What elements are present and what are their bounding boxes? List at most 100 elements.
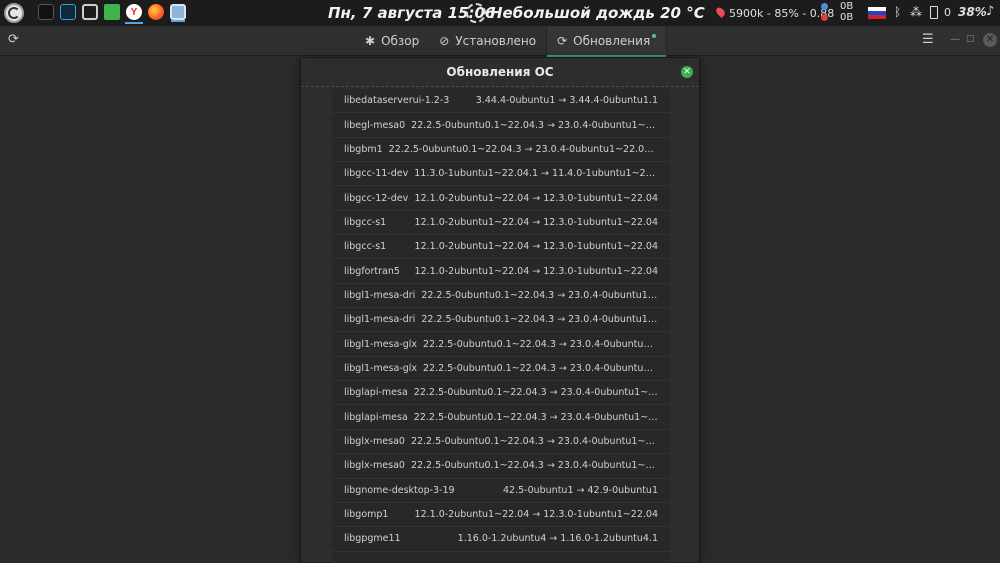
network-icon[interactable]: ⁂ (910, 5, 922, 19)
terminal-icon[interactable] (38, 4, 54, 20)
package-name: libgl1-mesa-dri (344, 314, 416, 326)
network-speed[interactable]: 0B 0B (840, 1, 853, 23)
update-row[interactable]: libgnome-desktop-3-19 42.5-0ubuntu1 → 42.… (332, 479, 670, 503)
battery-percent[interactable]: 38% (958, 5, 987, 19)
yandex-browser-icon[interactable]: Y (125, 4, 143, 24)
package-name: libgcc-s1 (344, 241, 387, 253)
package-name: libgcc-11-dev (344, 168, 409, 180)
system-monitor-icon[interactable] (60, 4, 76, 20)
package-name: libglapi-mesa (344, 387, 408, 399)
update-row[interactable]: libglx-mesa0 22.2.5-0ubuntu0.1~22.04.3 → … (332, 454, 670, 479)
version-change: 11.3.0-1ubuntu1~22.04.1 → 11.4.0-1ubuntu… (414, 168, 658, 180)
package-name: libgcc-s1 (344, 216, 387, 228)
dialog-title: Обновления ОС (446, 65, 554, 79)
package-name: libgbm1 (344, 143, 383, 155)
package-name: libgcc-12-dev (344, 192, 409, 204)
menu-icon[interactable]: ☰ (922, 32, 934, 47)
firefox-icon[interactable] (148, 4, 164, 20)
maximize-icon[interactable]: □ (966, 34, 975, 44)
version-change: 22.2.5-0ubuntu0.1~22.04.3 → 23.0.4-0ubun… (410, 460, 658, 472)
package-name: libgomp1 (344, 509, 389, 521)
package-name: libglx-mesa0 (344, 460, 405, 472)
top-panel: Y Пн, 7 августа 15:06 Небольшой дождь 20… (0, 0, 1000, 26)
update-row[interactable]: libgl1-mesa-glx 22.2.5-0ubuntu0.1~22.04.3… (332, 357, 670, 382)
system-monitor-pin-icon (714, 5, 727, 19)
files-icon[interactable] (104, 4, 120, 20)
window-close-button[interactable]: ✕ (983, 33, 997, 47)
update-row[interactable]: libgbm1 22.2.5-0ubuntu0.1~22.04.3 → 23.0.… (332, 138, 670, 163)
version-change: 12.1.0-2ubuntu1~22.04 → 12.3.0-1ubuntu1~… (414, 192, 658, 204)
version-change: 22.2.5-0ubuntu0.1~22.04.3 → 23.0.4-0ubun… (421, 314, 658, 326)
update-row[interactable]: libgl1-mesa-dri 22.2.5-0ubuntu0.1~22.04.3… (332, 308, 670, 333)
version-change: 12.1.0-2ubuntu1~22.04 → 12.3.0-1ubuntu1~… (414, 241, 658, 253)
installed-icon: ⊘ (439, 34, 450, 48)
download-icon (821, 14, 828, 21)
update-row[interactable]: libgfortran5 12.1.0-2ubuntu1~22.04 → 12.3… (332, 259, 670, 284)
update-row[interactable]: libgcc-12-dev 12.1.0-2ubuntu1~22.04 → 12.… (332, 186, 670, 211)
update-row[interactable]: libedataserverui-1.2-3 3.44.4-0ubuntu1 → … (332, 89, 670, 114)
package-name: libgl1-mesa-dri (344, 289, 416, 301)
update-row[interactable]: libgl1-mesa-glx 22.2.5-0ubuntu0.1~22.04.3… (332, 332, 670, 357)
update-row[interactable]: libgpgme11 1.16.0-1.2ubuntu4 → 1.16.0-1.2… (332, 527, 670, 552)
system-stats[interactable]: 5900k - 85% - 0.88 (729, 7, 834, 20)
version-change: 22.2.5-0ubuntu0.1~22.04.3 → 23.0.4-0ubun… (388, 143, 658, 155)
package-name: libgl1-mesa-glx (344, 362, 418, 374)
update-row[interactable]: libgomp1 12.1.0-2ubuntu1~22.04 → 12.3.0-1… (332, 503, 670, 528)
weather-rain-icon (466, 3, 486, 23)
package-name: libglx-mesa0 (344, 435, 405, 447)
tab-updates[interactable]: ⟳ Обновления (546, 26, 668, 57)
package-name: libglapi-mesa (344, 411, 408, 423)
net-up-value: 0B (840, 1, 854, 12)
version-change: 22.2.5-0ubuntu0.1~22.04.3 → 23.0.4-0ubun… (423, 338, 658, 350)
version-change: 22.2.5-0ubuntu0.1~22.04.3 → 23.0.4-0ubun… (413, 387, 658, 399)
keyboard-layout-ru-flag-icon[interactable] (868, 7, 886, 19)
tab-overview[interactable]: ✱ Обзор (355, 26, 429, 56)
minimize-icon[interactable]: — (950, 34, 960, 45)
version-change: 22.2.5-0ubuntu0.1~22.04.3 → 23.0.4-0ubun… (423, 362, 658, 374)
update-row[interactable]: libgcc-s1 12.1.0-2ubuntu1~22.04 → 12.3.0-… (332, 235, 670, 260)
tab-updates-label: Обновления (573, 34, 651, 48)
overview-icon: ✱ (365, 34, 376, 48)
dialog-header: Обновления ОС ✕ (301, 58, 699, 87)
dialog-close-button[interactable]: ✕ (681, 66, 693, 78)
view-tabs: ✱ Обзор ⊘ Установлено ⟳ Обновления (355, 26, 668, 57)
version-change: 3.44.4-0ubuntu1 → 3.44.4-0ubuntu1.1 (475, 95, 658, 107)
update-row[interactable]: libgcc-11-dev 11.3.0-1ubuntu1~22.04.1 → 1… (332, 162, 670, 187)
package-name: libgnome-desktop-3-19 (344, 484, 455, 496)
package-name: libegl-mesa0 (344, 119, 406, 131)
upload-icon (821, 3, 828, 10)
version-change: 22.2.5-0ubuntu0.1~22.04.3 → 23.0.4-0ubun… (421, 289, 658, 301)
update-row[interactable]: libglapi-mesa 22.2.5-0ubuntu0.1~22.04.3 →… (332, 405, 670, 430)
updater-icon[interactable] (170, 4, 186, 22)
update-row[interactable]: libgl1-mesa-dri 22.2.5-0ubuntu0.1~22.04.3… (332, 284, 670, 309)
screenshot-icon[interactable] (82, 4, 98, 20)
update-row[interactable]: libegl-mesa0 22.2.5-0ubuntu0.1~22.04.3 → … (332, 113, 670, 138)
package-name: libgl1-mesa-glx (344, 338, 418, 350)
version-change: 22.2.5-0ubuntu0.1~22.04.3 → 23.0.4-0ubun… (413, 411, 658, 423)
launcher-icon[interactable] (4, 3, 24, 23)
refresh-button[interactable]: ⟳ (8, 32, 19, 47)
app-header: ⟳ ✱ Обзор ⊘ Установлено ⟳ Обновления ☰ —… (0, 26, 1000, 57)
tab-installed-label: Установлено (455, 34, 537, 48)
music-note-icon[interactable]: ♪ (986, 4, 994, 19)
version-change: 22.2.5-0ubuntu0.1~22.04.3 → 23.0.4-0ubun… (410, 435, 658, 447)
version-change: 1.16.0-1.2ubuntu4 → 1.16.0-1.2ubuntu4.1 (457, 533, 658, 545)
update-row[interactable]: libgcc-s1 12.1.0-2ubuntu1~22.04 → 12.3.0-… (332, 211, 670, 236)
tab-overview-label: Обзор (381, 34, 420, 48)
package-name: libgpgme11 (344, 533, 401, 545)
net-down-value: 0B (840, 12, 854, 23)
weather-text[interactable]: Небольшой дождь 20 °C (490, 4, 705, 22)
updates-icon: ⟳ (557, 34, 568, 48)
package-name: libedataserverui-1.2-3 (344, 95, 450, 107)
update-row[interactable]: libglx-mesa0 22.2.5-0ubuntu0.1~22.04.3 → … (332, 430, 670, 455)
tab-installed[interactable]: ⊘ Установлено (429, 26, 546, 56)
bluetooth-icon[interactable]: ᛒ (894, 5, 901, 19)
battery-icon[interactable] (930, 6, 938, 19)
package-name: libgfortran5 (344, 265, 400, 277)
updates-badge-dot (652, 34, 657, 38)
version-change: 12.1.0-2ubuntu1~22.04 → 12.3.0-1ubuntu1~… (414, 265, 658, 277)
updates-list[interactable]: libedataserverui-1.2-3 3.44.4-0ubuntu1 → … (332, 89, 670, 563)
version-change: 12.1.0-2ubuntu1~22.04 → 12.3.0-1ubuntu1~… (414, 216, 658, 228)
os-updates-dialog: Обновления ОС ✕ libedataserverui-1.2-3 3.… (300, 57, 700, 563)
update-row[interactable]: libglapi-mesa 22.2.5-0ubuntu0.1~22.04.3 →… (332, 381, 670, 406)
